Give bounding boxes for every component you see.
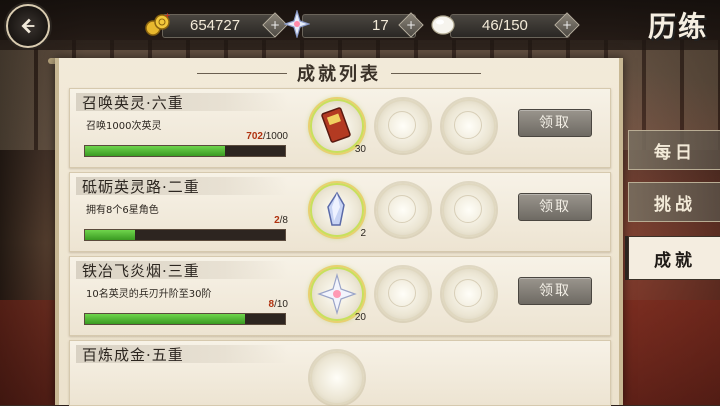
- stamina-value: 46/150: [482, 16, 528, 34]
- back-button[interactable]: [6, 4, 50, 48]
- reward-item[interactable]: 20: [310, 267, 366, 323]
- reward-item[interactable]: 2: [310, 183, 366, 239]
- claim-button[interactable]: 领取: [518, 109, 592, 137]
- achievement-desc: 召唤1000次英灵: [86, 121, 162, 132]
- progress-current: 702: [246, 131, 263, 142]
- progress-total: /10: [274, 299, 288, 310]
- tab-daily[interactable]: 每日: [628, 130, 720, 170]
- crystal-shard-icon: [327, 191, 345, 226]
- stars-value: 17: [372, 16, 389, 34]
- star-crystal-icon: [284, 10, 310, 38]
- reward-slot-empty: [376, 267, 430, 321]
- achievement-card: 铁冶飞炎烟·三重 10名英灵的兵刃升阶至30阶 8/10 20 领取: [69, 256, 611, 336]
- gold-coins-icon: +: [145, 12, 171, 36]
- page-title: 历练: [647, 10, 708, 43]
- progress-fill: [85, 314, 245, 324]
- progress-text: 8/10: [210, 299, 288, 310]
- progress-bar: [84, 145, 286, 157]
- panel-title: 成就列表: [297, 64, 381, 85]
- gold-value: 654727: [190, 16, 241, 34]
- achievement-panel: 成就列表 召唤英灵·六重 召唤1000次英灵 702/1000 30 领取 砥砺…: [55, 58, 623, 406]
- rice-ball-icon: [431, 15, 455, 35]
- reward-slot-empty: [376, 183, 430, 237]
- progress-fill: [85, 230, 135, 240]
- plus-icon: +: [269, 18, 281, 32]
- achievement-card: 百炼成金·五重: [69, 340, 611, 406]
- reward-count: 30: [354, 144, 366, 155]
- achievement-desc: 10名英灵的兵刃升阶至30阶: [86, 289, 212, 300]
- reward-slot-empty: [442, 99, 496, 153]
- panel-header: 成就列表: [59, 58, 619, 88]
- stamina-resource: 46/150 +: [430, 12, 580, 38]
- gold-resource: + 654727 +: [145, 12, 288, 38]
- achievement-card: 砥砺英灵路·二重 拥有8个6星角色 2/8 2 领取: [69, 172, 611, 252]
- achievement-card: 召唤英灵·六重 召唤1000次英灵 702/1000 30 领取: [69, 88, 611, 168]
- reward-count: 2: [360, 228, 366, 239]
- reward-slot-empty: [442, 183, 496, 237]
- tab-challenge[interactable]: 挑战: [628, 182, 720, 222]
- plus-icon: +: [405, 18, 417, 32]
- reward-slot-empty: [376, 99, 430, 153]
- achievement-name: 百炼成金·五重: [82, 346, 184, 364]
- back-arrow-icon: [21, 18, 35, 34]
- achievement-desc: 拥有8个6星角色: [86, 205, 159, 216]
- reward-item[interactable]: [310, 351, 364, 405]
- progress-bar: [84, 313, 286, 325]
- reward-count: 20: [354, 312, 366, 323]
- progress-bar: [84, 229, 286, 241]
- achievement-name: 砥砺英灵路·二重: [82, 178, 200, 196]
- stars-resource: 17 +: [282, 10, 424, 38]
- achievement-name: 召唤英灵·六重: [82, 94, 184, 112]
- progress-text: 2/8: [210, 215, 288, 226]
- progress-fill: [85, 146, 226, 156]
- tab-achievement[interactable]: 成就: [628, 236, 720, 280]
- progress-total: /1000: [262, 131, 288, 142]
- top-bar: + 654727 + 17 + 46/150 + 历练: [0, 0, 720, 50]
- svg-text:+: +: [164, 12, 171, 20]
- claim-button[interactable]: 领取: [518, 277, 592, 305]
- progress-total: /8: [279, 215, 288, 226]
- reward-item[interactable]: 30: [310, 99, 366, 155]
- progress-text: 702/1000: [210, 131, 288, 142]
- reward-slot-empty: [442, 267, 496, 321]
- achievement-name: 铁冶飞炎烟·三重: [82, 262, 200, 280]
- claim-button[interactable]: 领取: [518, 193, 592, 221]
- plus-icon: +: [561, 18, 573, 32]
